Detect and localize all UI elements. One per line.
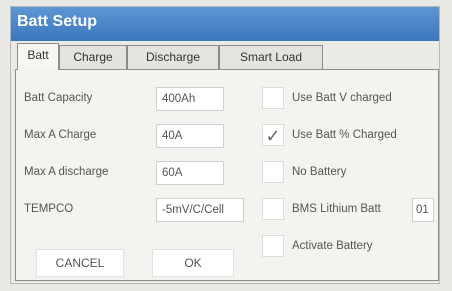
tab-charge[interactable]: Charge xyxy=(59,45,127,69)
bms-lithium-batt-label: BMS Lithium Batt xyxy=(292,203,381,215)
title-bar: Batt Setup xyxy=(11,7,439,41)
use-batt-pct-charged-checkbox[interactable]: ✓ xyxy=(262,124,284,146)
tempco-label: TEMPCO xyxy=(24,203,74,215)
tab-smart-load[interactable]: Smart Load xyxy=(219,45,323,69)
dialog-title: Batt Setup xyxy=(17,13,97,30)
tab-batt[interactable]: Batt xyxy=(17,43,59,70)
tempco-field[interactable]: -5mV/C/Cell xyxy=(156,198,244,222)
batt-capacity-label: Batt Capacity xyxy=(24,92,93,104)
tab-discharge[interactable]: Discharge xyxy=(127,45,219,69)
bms-lithium-batt-checkbox[interactable] xyxy=(262,198,284,220)
max-a-discharge-field[interactable]: 60A xyxy=(156,161,224,185)
batt-capacity-field[interactable]: 400Ah xyxy=(156,87,224,111)
activate-battery-label: Activate Battery xyxy=(292,240,373,252)
use-batt-v-charged-checkbox[interactable] xyxy=(262,87,284,109)
max-a-charge-field[interactable]: 40A xyxy=(156,124,224,148)
use-batt-pct-charged-label: Use Batt % Charged xyxy=(292,129,397,141)
max-a-charge-label: Max A Charge xyxy=(24,129,97,141)
no-battery-checkbox[interactable] xyxy=(262,161,284,183)
bms-id-field[interactable]: 01 xyxy=(412,198,434,222)
batt-tab-panel: Batt Capacity Max A Charge Max A dischar… xyxy=(15,69,439,281)
tab-strip: Batt Charge Discharge Smart Load xyxy=(15,43,439,70)
cancel-button[interactable]: CANCEL xyxy=(36,249,124,277)
ok-button[interactable]: OK xyxy=(152,249,234,277)
no-battery-label: No Battery xyxy=(292,166,347,178)
activate-battery-checkbox[interactable] xyxy=(262,235,284,257)
check-icon: ✓ xyxy=(265,126,281,146)
batt-setup-dialog: Batt Setup Batt Charge Discharge Smart L… xyxy=(10,6,440,284)
max-a-discharge-label: Max A discharge xyxy=(24,166,109,178)
use-batt-v-charged-label: Use Batt V charged xyxy=(292,92,392,104)
